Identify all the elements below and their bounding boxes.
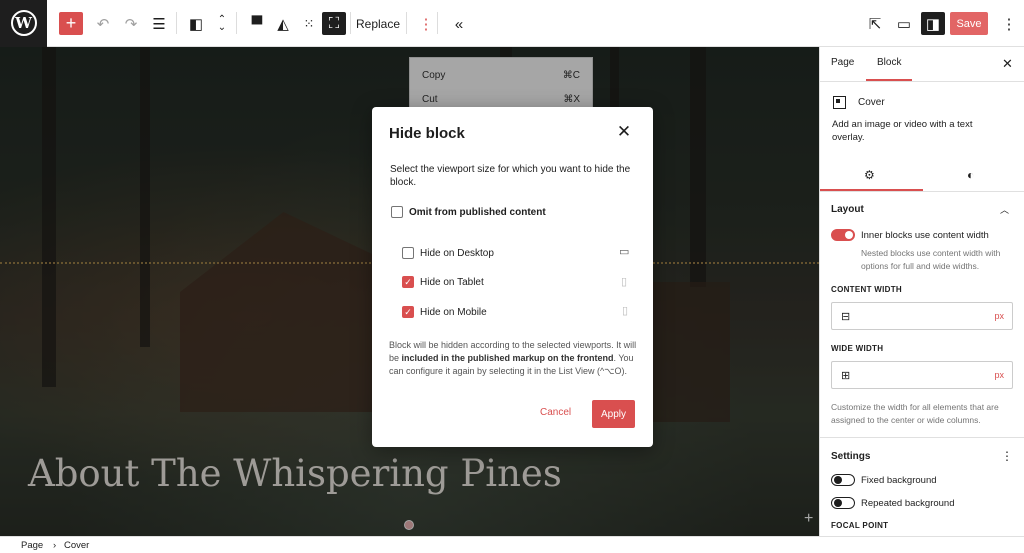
unit-select[interactable]: px: [994, 370, 1004, 380]
content-width-toggle-help: Nested blocks use content width with opt…: [861, 248, 1001, 271]
hide-block-modal: Hide block ✕ Select the viewport size fo…: [372, 107, 653, 447]
fixed-background-toggle[interactable]: [831, 474, 855, 486]
add-block-button[interactable]: +: [59, 12, 83, 35]
wordpress-icon: W: [10, 10, 37, 36]
tablet-icon: ▯: [621, 276, 628, 288]
hide-mobile-label: Hide on Mobile: [420, 307, 487, 318]
omit-label: Omit from published content: [409, 207, 546, 218]
redo-icon[interactable]: ↷: [119, 8, 143, 40]
block-description: Add an image or video with a text overla…: [832, 119, 973, 143]
chevron-up-icon[interactable]: ︿: [1000, 203, 1009, 216]
apply-button[interactable]: Apply: [592, 400, 635, 428]
toolbar-divider: [176, 12, 177, 34]
cover-block-icon[interactable]: ◧: [184, 8, 208, 40]
modal-title: Hide block: [389, 125, 465, 142]
settings-sidebar-icon[interactable]: ◨: [921, 12, 945, 35]
modal-note: Block will be hidden according to the se…: [389, 339, 639, 378]
breadcrumb-cover[interactable]: Cover: [64, 540, 89, 551]
contrast-icon[interactable]: ◭: [271, 8, 295, 40]
device-preview-icon[interactable]: ▭: [892, 8, 916, 40]
grid-icon[interactable]: ⁙: [297, 8, 321, 40]
divider: [820, 191, 1024, 192]
external-view-icon[interactable]: ⇱: [863, 8, 887, 40]
mobile-icon: ▯: [622, 305, 629, 317]
note-bold-text: included in the published markup on the …: [401, 353, 614, 363]
layout-help: Customize the width for all elements tha…: [831, 402, 999, 425]
wide-width-label: WIDE WIDTH: [831, 344, 884, 353]
toolbar-divider: [350, 12, 351, 34]
breadcrumb: Page › Cover: [0, 536, 1024, 553]
omit-checkbox[interactable]: [391, 206, 403, 218]
repeated-background-toggle[interactable]: [831, 497, 855, 509]
close-icon[interactable]: ✕: [1002, 56, 1013, 72]
content-width-toggle-label: Inner blocks use content width: [861, 230, 989, 241]
collapse-toolbar-icon[interactable]: «: [447, 8, 471, 40]
save-button[interactable]: Save: [950, 12, 988, 35]
cancel-button[interactable]: Cancel: [540, 407, 571, 418]
wide-width-input[interactable]: ⊞ px: [831, 361, 1013, 389]
editor-toolbar: W + ↶ ↷ ☰ ◧ ⌃ ⌄ ▀ ◭ ⁙ ⛶ Replace ⋮ « ⇱ ▭ ◨…: [0, 0, 1024, 47]
divider: [820, 81, 1024, 82]
content-width-toggle[interactable]: [831, 229, 855, 241]
toolbar-divider: [437, 12, 438, 34]
focal-point-label: FOCAL POINT: [831, 521, 889, 530]
list-view-icon[interactable]: ☰: [147, 8, 171, 40]
close-icon[interactable]: ✕: [615, 122, 633, 141]
options-icon[interactable]: ⋮: [1001, 449, 1013, 463]
block-name: Cover: [858, 97, 885, 108]
justify-wide-icon: ⊞: [841, 370, 851, 382]
styles-icon[interactable]: ◐: [967, 168, 974, 182]
hide-tablet-label: Hide on Tablet: [420, 277, 484, 288]
hide-desktop-checkbox[interactable]: [402, 247, 414, 259]
content-width-label: CONTENT WIDTH: [831, 285, 903, 294]
settings-icon[interactable]: ⚙: [864, 168, 875, 182]
move-block-icon[interactable]: ⌃ ⌄: [210, 8, 234, 40]
modal-description: Select the viewport size for which you w…: [390, 164, 631, 188]
hide-desktop-label: Hide on Desktop: [420, 248, 494, 259]
fixed-background-label: Fixed background: [861, 475, 937, 486]
toolbar-divider: [236, 12, 237, 34]
chevron-right-icon: ›: [53, 540, 57, 551]
settings-sidebar: Page Block ✕ Cover Add an image or video…: [819, 47, 1024, 536]
fullscreen-icon[interactable]: ⛶: [322, 12, 346, 35]
undo-icon[interactable]: ↶: [91, 8, 115, 40]
layout-panel-title[interactable]: Layout: [831, 204, 864, 215]
repeated-background-label: Repeated background: [861, 498, 955, 509]
settings-panel-title[interactable]: Settings: [831, 451, 870, 462]
block-options-icon[interactable]: ⋮: [414, 8, 438, 40]
justify-center-icon: ⊟: [841, 311, 851, 323]
wordpress-logo[interactable]: W: [0, 0, 47, 47]
hide-tablet-checkbox[interactable]: ✓: [402, 276, 414, 288]
cover-block-icon: [833, 96, 846, 109]
unit-select[interactable]: px: [994, 311, 1004, 321]
toolbar-divider: [406, 12, 407, 34]
replace-button[interactable]: Replace: [356, 8, 400, 40]
overlay-color-icon[interactable]: ▀: [245, 8, 269, 40]
content-width-input[interactable]: ⊟ px: [831, 302, 1013, 330]
desktop-icon: ▭: [619, 246, 630, 258]
tab-block[interactable]: Block: [877, 57, 901, 68]
breadcrumb-page[interactable]: Page: [21, 540, 43, 551]
tab-page[interactable]: Page: [831, 57, 854, 68]
hide-mobile-checkbox[interactable]: ✓: [402, 306, 414, 318]
divider: [820, 437, 1024, 438]
options-menu-icon[interactable]: ⋮: [997, 8, 1021, 40]
